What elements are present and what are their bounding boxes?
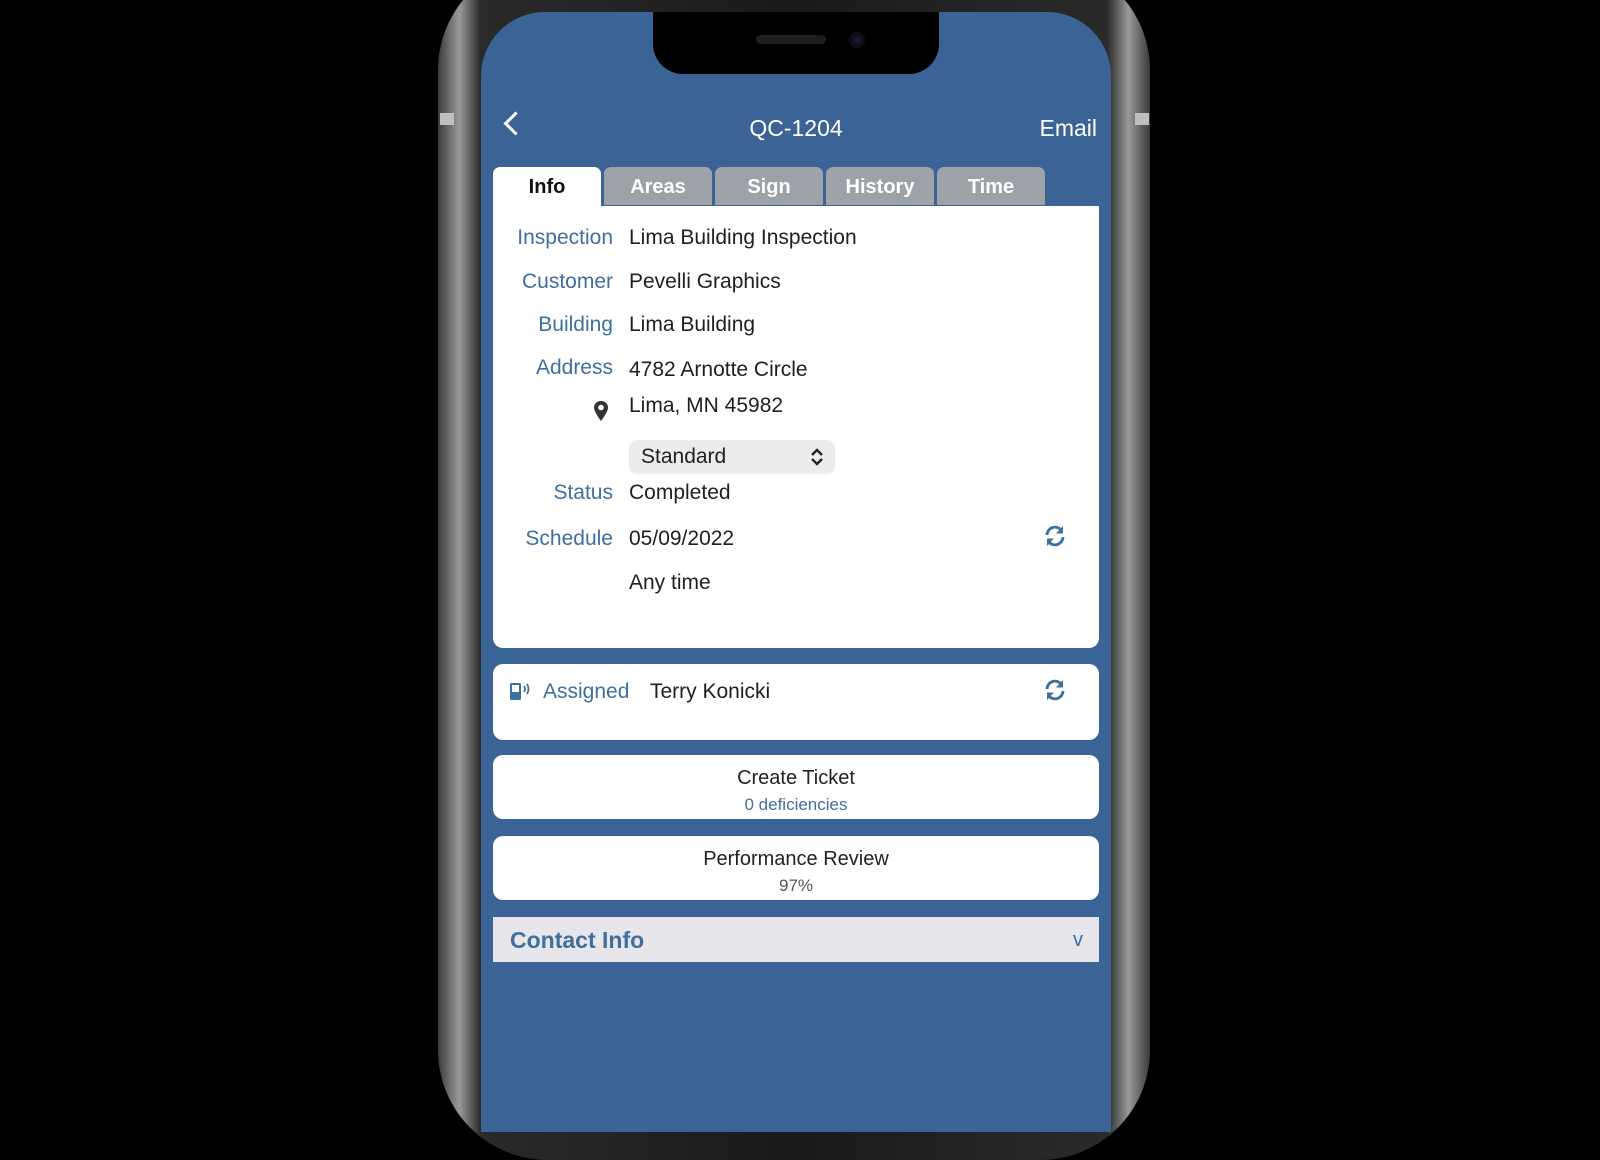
navigation-bar: QC-1204 Email xyxy=(481,97,1111,147)
performance-review-title: Performance Review xyxy=(703,848,889,870)
create-ticket-title: Create Ticket xyxy=(737,767,855,789)
phone-side-button-left xyxy=(440,113,454,125)
address-type-value: Standard xyxy=(641,445,727,468)
map-pin-icon[interactable] xyxy=(593,400,609,422)
customer-value[interactable]: Pevelli Graphics xyxy=(629,270,781,294)
contact-info-section[interactable]: Contact Info v xyxy=(493,917,1099,962)
tab-history[interactable]: History xyxy=(826,167,934,205)
assigned-value: Terry Konicki xyxy=(650,680,771,703)
schedule-label: Schedule xyxy=(525,527,613,550)
assigned-card[interactable]: Assigned Terry Konicki xyxy=(493,664,1099,740)
performance-score: 97% xyxy=(778,876,814,895)
refresh-icon[interactable] xyxy=(1043,678,1067,702)
tab-areas[interactable]: Areas xyxy=(604,167,712,205)
refresh-icon[interactable] xyxy=(1043,524,1067,548)
inspection-value: Lima Building Inspection xyxy=(629,226,857,249)
address-type-select[interactable]: Standard xyxy=(629,440,835,474)
inspection-info-card: Inspection Lima Building Inspection Cust… xyxy=(493,206,1099,648)
schedule-time: Any time xyxy=(629,571,711,594)
phone-notch xyxy=(653,12,939,74)
mobile-signal-icon xyxy=(510,683,530,700)
contact-info-title: Contact Info xyxy=(510,927,645,953)
deficiency-count: 0 deficiencies xyxy=(744,795,848,814)
performance-review-button[interactable]: Performance Review 97% xyxy=(493,836,1099,900)
status-label: Status xyxy=(553,481,613,504)
phone-side-button-right xyxy=(1135,113,1149,125)
speaker-grille xyxy=(756,35,826,44)
front-camera xyxy=(849,32,865,48)
address-label: Address xyxy=(535,356,613,379)
customer-label: Customer xyxy=(521,270,613,293)
building-label: Building xyxy=(538,313,613,336)
inspection-label: Inspection xyxy=(517,226,613,249)
create-ticket-button[interactable]: Create Ticket 0 deficiencies xyxy=(493,755,1099,819)
tab-info[interactable]: Info xyxy=(493,167,601,207)
building-value[interactable]: Lima Building xyxy=(629,313,755,337)
address-line-2[interactable]: Lima, MN 45982 xyxy=(629,394,783,418)
email-button[interactable]: Email xyxy=(1039,115,1097,142)
status-value: Completed xyxy=(629,481,731,504)
phone-screen: QC-1204 Email Info Areas Sign History Ti… xyxy=(481,12,1111,1132)
assigned-label: Assigned xyxy=(543,680,630,703)
schedule-date[interactable]: 05/09/2022 xyxy=(629,527,734,551)
address-line-1[interactable]: 4782 Arnotte Circle xyxy=(629,358,808,382)
chevron-down-icon: v xyxy=(1073,929,1083,951)
tab-sign[interactable]: Sign xyxy=(715,167,823,205)
tab-time[interactable]: Time xyxy=(937,167,1045,205)
updown-chevron-icon xyxy=(811,448,823,466)
tab-bar: Info Areas Sign History Time xyxy=(493,155,1099,207)
page-title: QC-1204 xyxy=(749,115,843,141)
